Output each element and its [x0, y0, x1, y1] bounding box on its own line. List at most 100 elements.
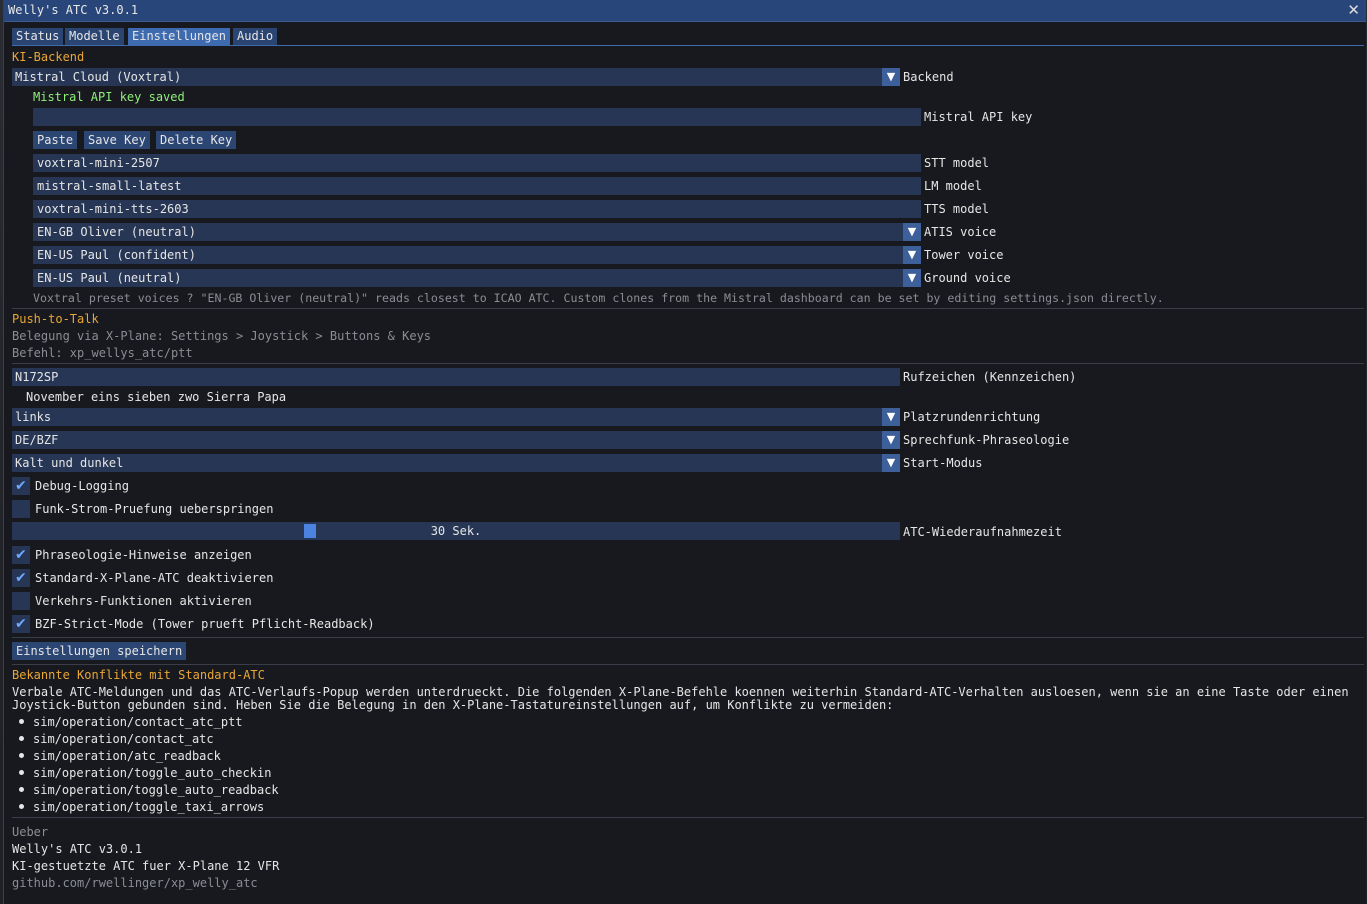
atis-voice-combo[interactable]: EN-GB Oliver (neutral) ▼ — [33, 223, 921, 241]
backend-label: Backend — [903, 70, 954, 84]
api-key-label: Mistral API key — [924, 110, 1033, 124]
tts-model-input[interactable]: voxtral-mini-tts-2603 — [33, 200, 921, 218]
skip-radio-power-checkbox[interactable] — [12, 500, 30, 518]
chevron-down-icon: ▼ — [903, 223, 921, 241]
skip-radio-power-label: Funk-Strom-Pruefung ueberspringen — [35, 502, 274, 516]
stt-model-label: STT model — [924, 156, 990, 170]
phraseology-hints-checkbox[interactable]: ✔ — [12, 546, 30, 564]
resume-time-slider[interactable]: 30 Sek. — [12, 522, 900, 540]
conflict-command: sim/operation/contact_atc_ptt — [33, 715, 243, 729]
api-key-input[interactable] — [33, 108, 921, 126]
check-icon: ✔ — [15, 570, 27, 586]
tts-model-value: voxtral-mini-tts-2603 — [37, 202, 189, 216]
conflict-command: sim/operation/contact_atc — [33, 732, 214, 746]
backend-value: Mistral Cloud (Voxtral) — [15, 70, 182, 84]
tower-voice-label: Tower voice — [924, 248, 1004, 262]
tab-modelle[interactable]: Modelle — [65, 28, 124, 45]
bullet-icon — [19, 787, 24, 792]
atis-voice-value: EN-GB Oliver (neutral) — [37, 225, 196, 239]
check-icon: ✔ — [15, 478, 27, 494]
stt-model-value: voxtral-mini-2507 — [37, 156, 160, 170]
tower-voice-value: EN-US Paul (confident) — [37, 248, 196, 262]
conflict-command: sim/operation/toggle_taxi_arrows — [33, 800, 265, 814]
check-icon: ✔ — [15, 616, 27, 632]
save-key-button[interactable]: Save Key — [84, 131, 150, 149]
bullet-icon — [19, 753, 24, 758]
conflict-command: sim/operation/toggle_auto_readback — [33, 783, 279, 797]
separator — [12, 637, 1364, 638]
about-description: KI-gestuetzte ATC fuer X-Plane 12 VFR — [12, 859, 280, 873]
disable-default-atc-checkbox[interactable]: ✔ — [12, 569, 30, 587]
ptt-binding-hint: Belegung via X-Plane: Settings > Joystic… — [12, 329, 432, 343]
bzf-strict-label: BZF-Strict-Mode (Tower prueft Pflicht-Re… — [35, 617, 375, 631]
tower-voice-combo[interactable]: EN-US Paul (confident) ▼ — [33, 246, 921, 264]
callsign-value: N172SP — [15, 370, 59, 384]
pattern-combo[interactable]: links ▼ — [12, 408, 900, 426]
conflicts-text-line2: Joystick-Button gebunden sind. Heben Sie… — [12, 698, 894, 712]
about-version: Welly's ATC v3.0.1 — [12, 842, 143, 856]
check-icon: ✔ — [15, 547, 27, 563]
lm-model-value: mistral-small-latest — [37, 179, 182, 193]
section-ptt: Push-to-Talk — [12, 312, 99, 326]
tab-einstellungen[interactable]: Einstellungen — [128, 28, 230, 45]
debug-logging-checkbox[interactable]: ✔ — [12, 477, 30, 495]
tab-audio[interactable]: Audio — [233, 28, 278, 45]
pattern-value: links — [15, 410, 52, 424]
debug-logging-label: Debug-Logging — [35, 479, 129, 493]
traffic-functions-label: Verkehrs-Funktionen aktivieren — [35, 594, 252, 608]
phraseology-value: DE/BZF — [15, 433, 59, 447]
tab-status[interactable]: Status — [12, 28, 64, 45]
paste-button[interactable]: Paste — [33, 131, 78, 149]
resume-time-label: ATC-Wiederaufnahmezeit — [903, 525, 1062, 539]
atis-voice-label: ATIS voice — [924, 225, 997, 239]
section-conflicts: Bekannte Konflikte mit Standard-ATC — [12, 668, 265, 682]
tab-underline — [12, 45, 1364, 46]
ground-voice-label: Ground voice — [924, 271, 1011, 285]
bullet-icon — [19, 770, 24, 775]
start-mode-combo[interactable]: Kalt und dunkel ▼ — [12, 454, 900, 472]
section-ki-backend: KI-Backend — [12, 50, 85, 64]
save-settings-button[interactable]: Einstellungen speichern — [12, 642, 187, 660]
ground-voice-combo[interactable]: EN-US Paul (neutral) ▼ — [33, 269, 921, 287]
conflicts-text-line1: Verbale ATC-Meldungen und das ATC-Verlau… — [12, 685, 1349, 699]
separator — [12, 664, 1364, 665]
conflict-command: sim/operation/toggle_auto_checkin — [33, 766, 272, 780]
callsign-label: Rufzeichen (Kennzeichen) — [903, 370, 1077, 384]
resume-time-value: 30 Sek. — [430, 524, 482, 538]
close-icon[interactable]: ✕ — [1347, 1, 1360, 19]
backend-combo[interactable]: Mistral Cloud (Voxtral) ▼ — [12, 68, 900, 86]
separator — [12, 817, 1364, 818]
callsign-input[interactable]: N172SP — [12, 368, 900, 386]
separator — [12, 308, 1364, 309]
disable-default-atc-label: Standard-X-Plane-ATC deaktivieren — [35, 571, 274, 585]
bzf-strict-checkbox[interactable]: ✔ — [12, 615, 30, 633]
conflict-command: sim/operation/atc_readback — [33, 749, 221, 763]
phraseology-hints-label: Phraseologie-Hinweise anzeigen — [35, 548, 252, 562]
title-bar[interactable]: Welly's ATC v3.0.1 ✕ — [4, 0, 1366, 22]
stt-model-input[interactable]: voxtral-mini-2507 — [33, 154, 921, 172]
bullet-icon — [19, 719, 24, 724]
bullet-icon — [19, 736, 24, 741]
about-link[interactable]: github.com/rwellinger/xp_welly_atc — [12, 876, 258, 890]
start-mode-label: Start-Modus — [903, 456, 983, 470]
settings-window: Welly's ATC v3.0.1 ✕ Status Modelle Eins… — [3, 0, 1366, 904]
traffic-functions-checkbox[interactable] — [12, 592, 30, 610]
lm-model-label: LM model — [924, 179, 982, 193]
chevron-down-icon: ▼ — [882, 431, 900, 449]
pattern-label: Platzrundenrichtung — [903, 410, 1041, 424]
tts-model-label: TTS model — [924, 202, 990, 216]
chevron-down-icon: ▼ — [882, 454, 900, 472]
lm-model-input[interactable]: mistral-small-latest — [33, 177, 921, 195]
phraseology-combo[interactable]: DE/BZF ▼ — [12, 431, 900, 449]
delete-key-button[interactable]: Delete Key — [156, 131, 237, 149]
ptt-command: Befehl: xp_wellys_atc/ptt — [12, 346, 193, 360]
voice-hint: Voxtral preset voices ? "EN-GB Oliver (n… — [33, 291, 1164, 305]
phraseology-label: Sprechfunk-Phraseologie — [903, 433, 1070, 447]
bullet-icon — [19, 804, 24, 809]
separator — [12, 363, 1364, 364]
chevron-down-icon: ▼ — [882, 68, 900, 86]
section-about: Ueber — [12, 825, 49, 839]
chevron-down-icon: ▼ — [882, 408, 900, 426]
callsign-phonetic: November eins sieben zwo Sierra Papa — [26, 390, 287, 404]
chevron-down-icon: ▼ — [903, 269, 921, 287]
